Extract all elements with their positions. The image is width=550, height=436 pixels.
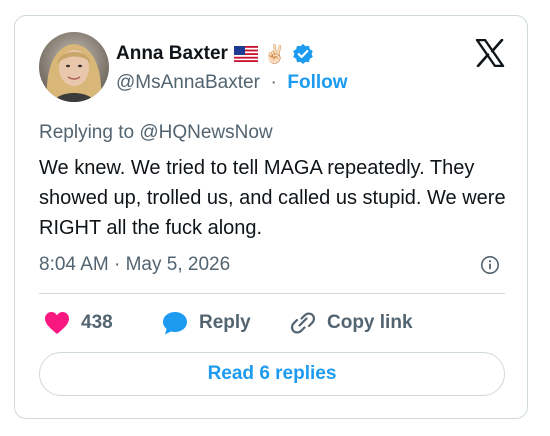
read-replies-button[interactable]: Read 6 replies: [39, 352, 505, 396]
us-flag-icon: [233, 46, 258, 62]
speech-bubble-icon: [163, 312, 187, 335]
victory-hand-icon: ✌🏻: [263, 44, 287, 64]
reply-button[interactable]: Reply: [161, 309, 251, 337]
author-name-row: Anna Baxter ✌🏻: [116, 41, 314, 67]
divider: [39, 293, 505, 294]
author-handle[interactable]: @MsAnnaBaxter: [116, 72, 260, 93]
follow-button[interactable]: Follow: [287, 72, 347, 93]
tweet-text: We knew. We tried to tell MAGA repeatedl…: [39, 157, 506, 239]
tweet-card: Anna Baxter ✌🏻 @MsAnnaBaxter · Follow Re…: [14, 15, 528, 419]
action-bar: 438 Reply Copy link: [39, 309, 505, 337]
info-icon[interactable]: [480, 255, 500, 275]
verified-badge-icon[interactable]: [292, 43, 314, 65]
like-count: 438: [81, 312, 113, 333]
avatar-image: [39, 32, 109, 102]
heart-icon: [45, 312, 69, 334]
like-button[interactable]: 438: [43, 309, 113, 337]
replying-to[interactable]: Replying to @HQNewsNow: [39, 122, 273, 144]
author-name[interactable]: Anna Baxter: [116, 43, 228, 65]
separator-dot: ·: [265, 72, 283, 93]
copy-link-label: Copy link: [327, 312, 413, 333]
handle-row: @MsAnnaBaxter · Follow: [116, 72, 348, 94]
link-icon: [290, 312, 316, 334]
timestamp[interactable]: 8:04 AM · May 5, 2026: [39, 254, 230, 276]
reply-label: Reply: [199, 312, 251, 333]
avatar[interactable]: [39, 32, 109, 102]
copy-link-button[interactable]: Copy link: [289, 309, 413, 337]
x-logo-icon[interactable]: [475, 38, 505, 68]
